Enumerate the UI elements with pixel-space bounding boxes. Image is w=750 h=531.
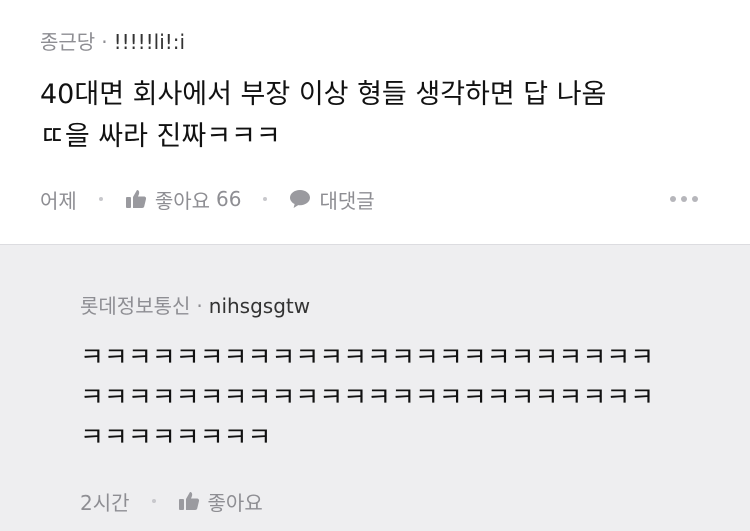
action-separator	[151, 499, 156, 503]
comment-body: 40대면 회사에서 부장 이상 형들 생각하면 답 나옴 ㄸ을 싸라 진짜ㅋㅋㅋ	[40, 74, 720, 158]
reply-text-line: ㅋㅋㅋㅋㅋㅋㅋㅋㅋㅋㅋㅋㅋㅋㅋㅋㅋㅋㅋㅋㅋㅋㅋㅋ	[80, 383, 655, 413]
thumbs-up-icon	[125, 189, 147, 209]
comment-card: 종근당 · !!!!!li!:i 40대면 회사에서 부장 이상 형들 생각하면 답…	[0, 0, 750, 245]
reply-actions: 2시간 좋아요	[80, 487, 263, 515]
comment-text-line: ㄸ을 싸라 진짜ㅋㅋㅋ	[40, 121, 281, 152]
reply-button[interactable]: 대댓글	[289, 185, 375, 214]
reply-like-button[interactable]: 좋아요	[178, 487, 263, 516]
meta-separator: ·	[101, 30, 108, 54]
reply-meta: 롯데정보통신 · nihsgsgtw	[80, 290, 310, 319]
comment-meta: 종근당 · !!!!!li!:i	[40, 26, 185, 55]
reply-author-name[interactable]: 롯데정보통신	[80, 294, 190, 318]
author-username[interactable]: !!!!!li!:i	[114, 30, 186, 54]
reply-body: ㅋㅋㅋㅋㅋㅋㅋㅋㅋㅋㅋㅋㅋㅋㅋㅋㅋㅋㅋㅋㅋㅋㅋㅋ ㅋㅋㅋㅋㅋㅋㅋㅋㅋㅋㅋㅋㅋㅋㅋ…	[80, 338, 720, 458]
action-separator	[263, 197, 268, 201]
like-label: 좋아요	[154, 188, 211, 213]
author-name[interactable]: 종근당	[40, 30, 95, 54]
reply-time: 2시간	[80, 490, 130, 515]
reply-text-line: ㅋㅋㅋㅋㅋㅋㅋㅋㅋㅋㅋㅋㅋㅋㅋㅋㅋㅋㅋㅋㅋㅋㅋㅋ	[80, 343, 655, 373]
reply-card: 롯데정보통신 · nihsgsgtw ㅋㅋㅋㅋㅋㅋㅋㅋㅋㅋㅋㅋㅋㅋㅋㅋㅋㅋㅋㅋㅋㅋㅋ…	[0, 245, 750, 531]
reply-author-username[interactable]: nihsgsgtw	[209, 294, 310, 318]
thumbs-up-icon	[178, 491, 200, 511]
like-button[interactable]: 좋아요 66	[125, 185, 242, 214]
reply-text-line: ㅋㅋㅋㅋㅋㅋㅋㅋ	[80, 423, 272, 453]
comment-time: 어제	[40, 188, 77, 213]
reply-like-label: 좋아요	[207, 490, 263, 515]
comment-actions: 어제 좋아요 66 대댓글	[40, 184, 375, 214]
more-dots-icon[interactable]	[665, 196, 698, 202]
comment-text-line: 40대면 회사에서 부장 이상 형들 생각하면 답 나옴	[40, 79, 607, 110]
reply-label: 대댓글	[319, 188, 375, 213]
speech-bubble-icon	[289, 189, 311, 209]
meta-separator: ·	[196, 294, 203, 318]
like-count: 66	[216, 187, 242, 211]
action-separator	[98, 197, 103, 201]
